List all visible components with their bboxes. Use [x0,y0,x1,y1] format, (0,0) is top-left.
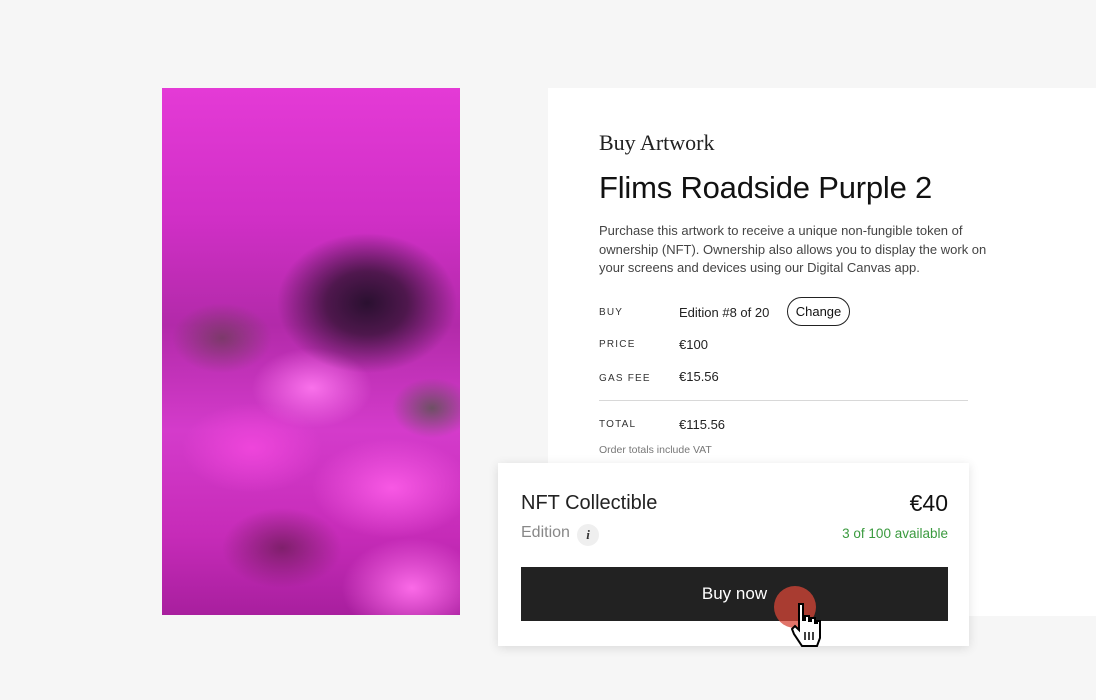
artwork-title: Flims Roadside Purple 2 [599,170,933,205]
total-label: TOTAL [599,419,637,430]
panel-eyebrow: Buy Artwork [599,130,715,155]
info-icon[interactable]: i [577,524,599,546]
gas-fee-label: GAS FEE [599,373,651,384]
card-edition-label: Edition [521,524,570,541]
total-value: €115.56 [679,417,726,432]
change-edition-button[interactable]: Change [787,297,850,326]
artwork-image [162,88,460,615]
hand-cursor-icon [790,603,821,647]
card-price: €40 [909,490,948,516]
edition-value: Edition #8 of 20 [679,305,770,320]
gas-fee-value: €15.56 [679,369,719,384]
totals-divider [599,400,968,401]
artwork-description: Purchase this artwork to receive a uniqu… [599,223,987,275]
vat-note: Order totals include VAT [599,444,712,456]
nft-collectible-card: NFT Collectible €40 Edition i 3 of 100 a… [498,463,969,646]
buy-label: BUY [599,307,624,318]
availability-text: 3 of 100 available [842,526,948,541]
price-label: PRICE [599,339,636,350]
buy-now-button[interactable]: Buy now [521,567,948,621]
card-title: NFT Collectible [521,492,658,514]
price-value: €100 [679,337,708,352]
